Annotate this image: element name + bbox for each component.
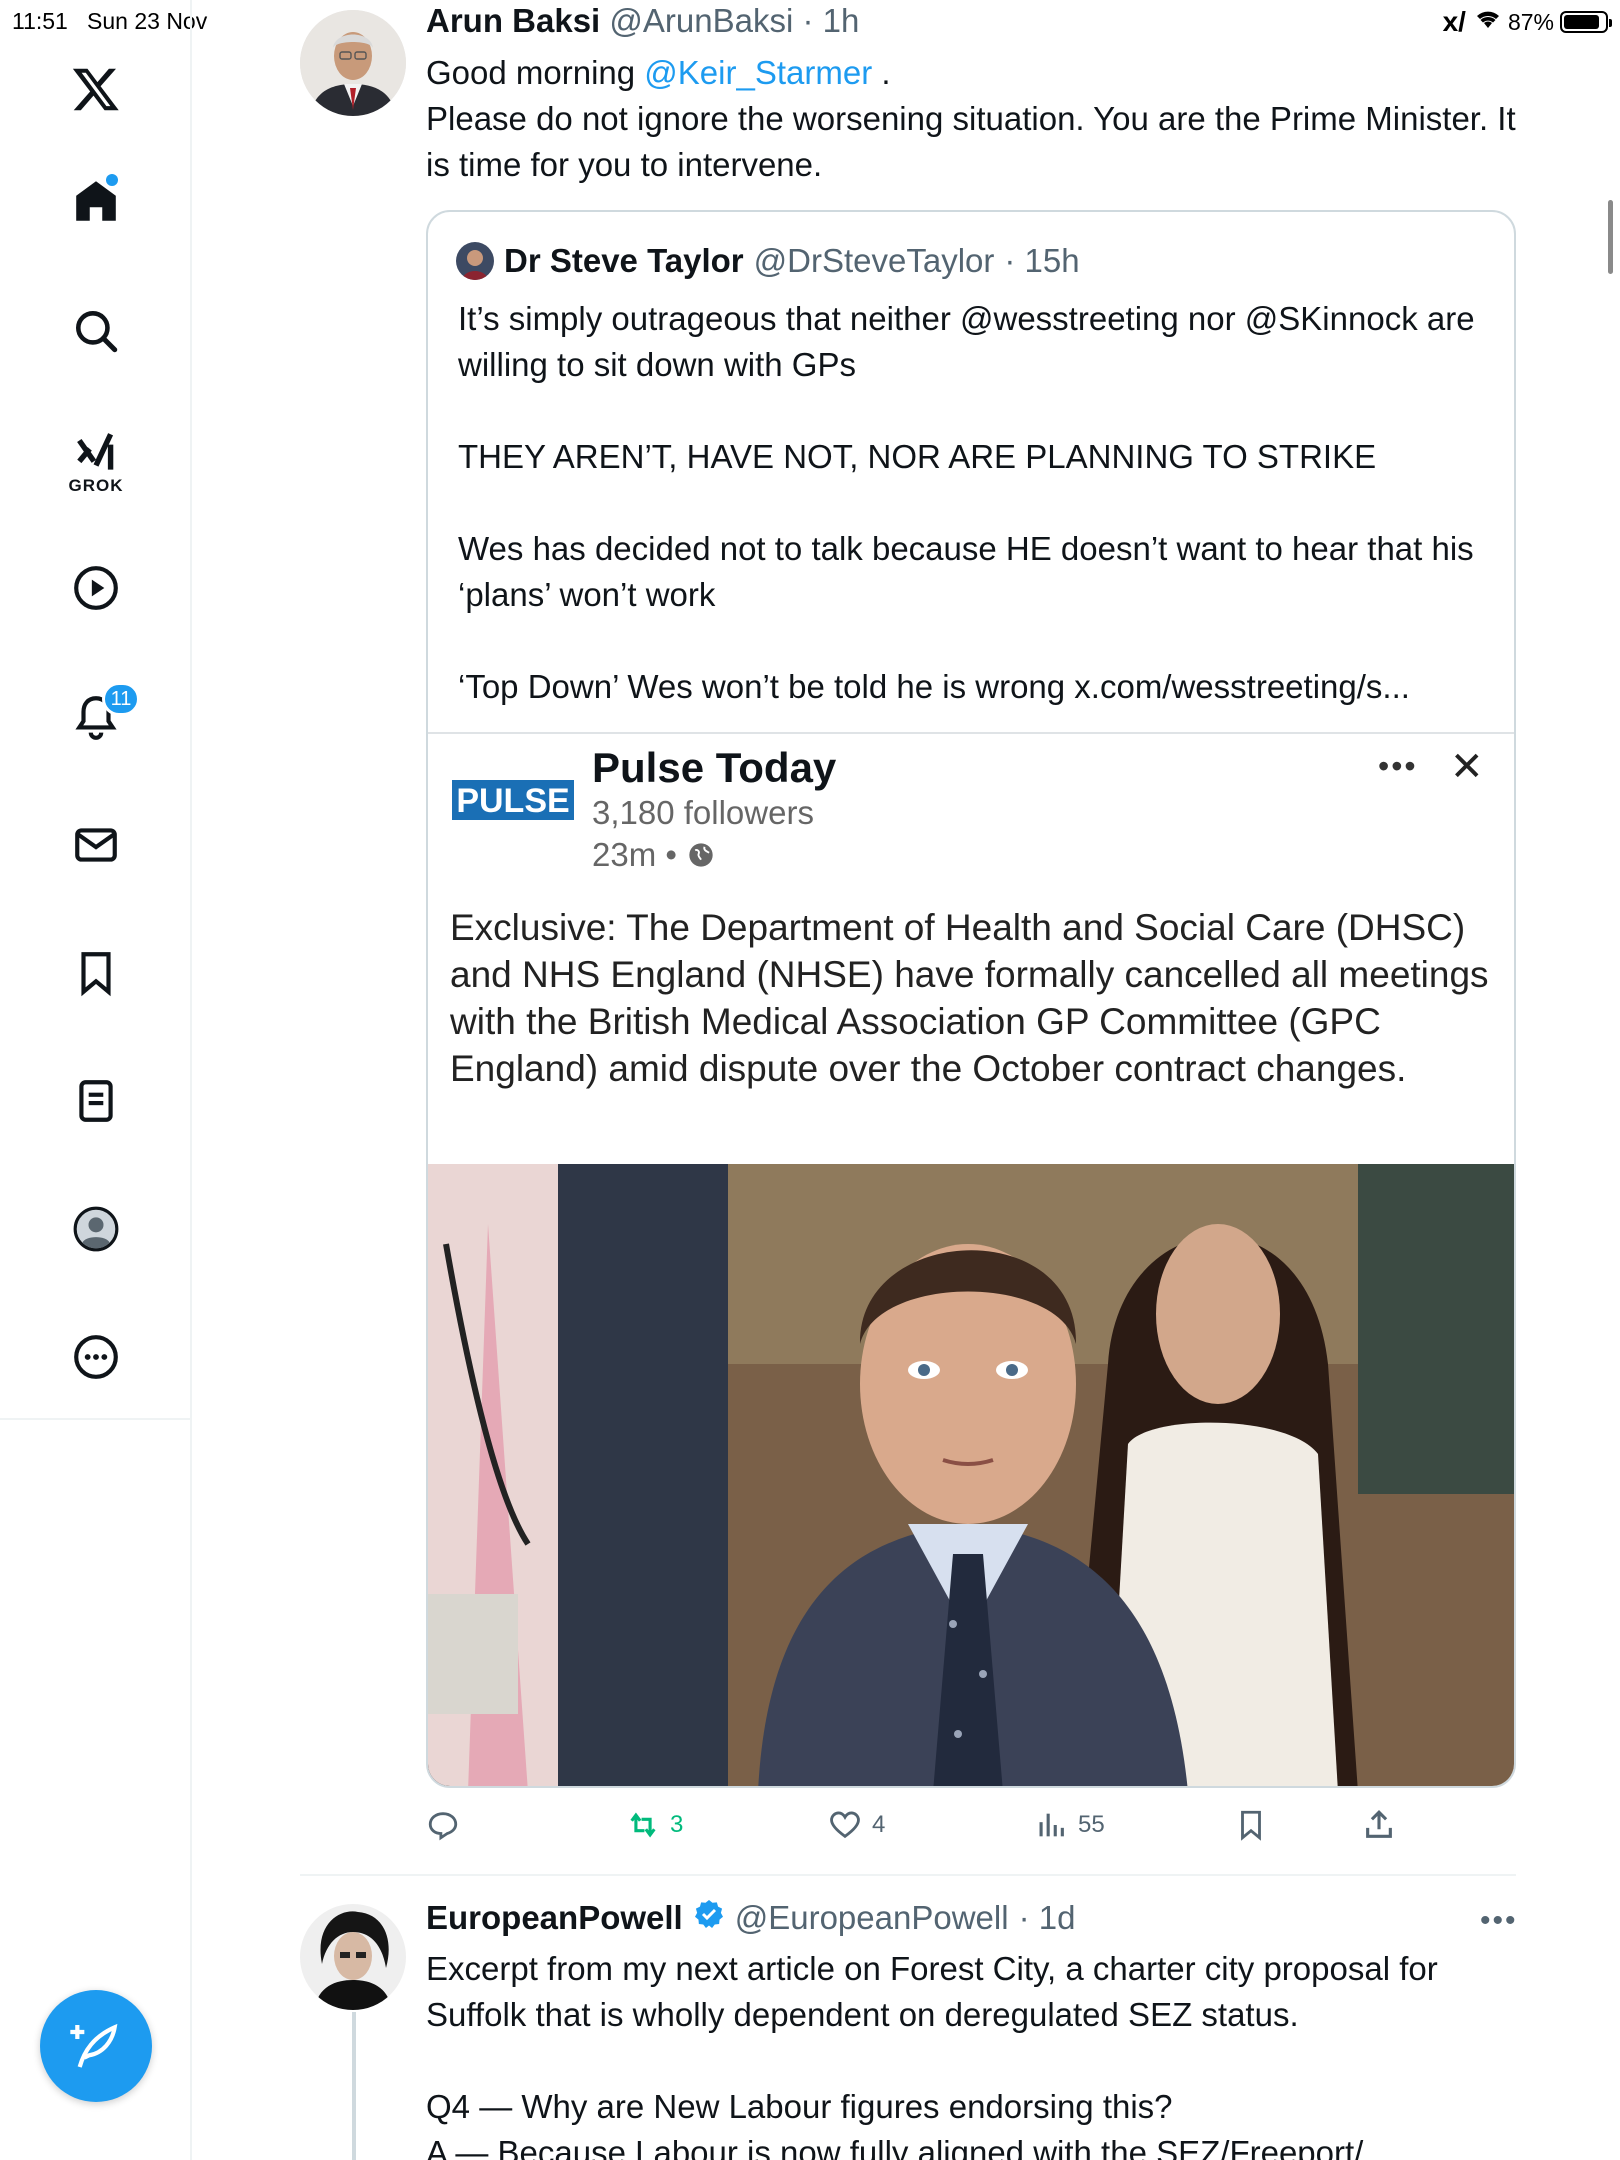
tweet2-more-icon[interactable]: ••• [1480,1904,1518,1938]
tweet2-paragraph: Q4 — Why are New Labour figures endorsin… [426,2088,1364,2160]
thread-line [352,2012,356,2160]
profile-icon[interactable] [63,1196,129,1262]
quoted-tweet[interactable]: Dr Steve Taylor @DrSteveTaylor · 15h It’… [426,210,1516,1788]
repost-count: 3 [670,1811,684,1838]
notification-badge: 11 [102,682,140,716]
tweet2-paragraph: Excerpt from my next article on Forest C… [426,1950,1438,2033]
quote-text: It’s simply outrageous that neither @wes… [458,296,1488,710]
tweet2-text: Excerpt from my next article on Forest C… [426,1946,1526,2160]
share-button[interactable] [1362,1808,1396,1842]
quote-author-handle[interactable]: @DrSteveTaylor [754,242,995,280]
tweet-divider [300,1874,1516,1876]
compose-feather-icon [70,2023,118,2068]
quote-paragraph-link[interactable]: ‘Top Down’ Wes won’t be told he is wrong… [458,664,1488,710]
battery-percent: 87% [1507,8,1554,35]
xai-icon: x/ [1442,6,1466,37]
quote-author-name[interactable]: Dr Steve Taylor [504,242,744,280]
quote-paragraph: Wes has decided not to talk because HE d… [458,530,1474,613]
messages-icon[interactable] [63,812,129,878]
home-notification-dot [106,174,118,186]
like-count: 4 [872,1811,886,1838]
wifi-icon [1474,8,1502,36]
video-icon[interactable] [63,555,129,621]
like-button[interactable]: 4 [828,1808,885,1842]
tweet1-author-name[interactable]: Arun Baksi [426,2,600,39]
tweet1-body-rest: Please do not ignore the worsening situa… [426,100,1516,183]
quote-timestamp[interactable]: · 15h [1004,242,1079,280]
svg-text:PULSE: PULSE [456,782,569,820]
tweet1-mention-suffix: . [872,54,891,91]
avatar-arun-baksi[interactable] [300,10,406,116]
home-icon[interactable] [63,168,129,234]
reply-icon [428,1812,458,1841]
quote-paragraph: It’s simply outrageous that neither @wes… [458,300,1475,383]
views-count: 55 [1078,1811,1105,1838]
embed-time-text: 23m • [592,836,677,873]
embed-close-icon: ✕ [1450,745,1484,789]
globe-icon [689,843,713,867]
tweet2-author-handle[interactable]: @EuropeanPowell [735,1899,1009,1937]
compose-button[interactable] [40,1990,152,2102]
lists-icon[interactable] [63,1068,129,1134]
verified-badge-icon [693,1898,725,1938]
repost-icon [630,1812,656,1838]
mention-link[interactable]: @Keir_Starmer [644,54,872,91]
grok-label: GROK [68,476,124,495]
embedded-post-screenshot[interactable]: PULSE Pulse Today 3,180 followers 23m • … [428,732,1514,1786]
repost-button[interactable]: 3 [626,1808,683,1842]
quote-header: Dr Steve Taylor @DrSteveTaylor · 15h [456,242,1080,280]
tweet1-actions: 3 4 55 [426,1808,1516,1848]
sidebar: GROK 11 [0,0,192,2160]
search-icon[interactable] [63,298,129,364]
bookmarks-icon[interactable] [63,940,129,1006]
battery-icon [1560,11,1612,33]
share-icon [1366,1810,1392,1838]
tweet1-timestamp[interactable]: · 1h [802,2,859,39]
heart-icon [830,1811,860,1839]
status-bar-right: x/ 87% [1442,6,1612,38]
pulse-logo: PULSE [452,774,574,826]
bookmark-icon [1241,1810,1261,1841]
x-logo-icon[interactable] [63,56,129,122]
quote-paragraph: THEY AREN’T, HAVE NOT, NOR ARE PLANNING … [458,438,1377,475]
tweet1-greeting: Good morning [426,54,645,91]
views-icon [1039,1813,1064,1837]
scrollbar[interactable] [1608,200,1613,274]
tweet1-header: Arun Baksi @ArunBaksi · 1h [426,2,859,40]
news-photo[interactable] [428,1164,1514,1786]
tweet1-author-handle[interactable]: @ArunBaksi [609,2,793,39]
avatar-europeanpowell[interactable] [300,1904,406,2010]
tweet2-author-name[interactable]: EuropeanPowell [426,1899,683,1937]
embed-author-name: Pulse Today [592,744,837,791]
reply-button[interactable] [426,1808,470,1842]
views-button[interactable]: 55 [1034,1808,1105,1842]
tweet1-text: Good morning @Keir_Starmer . Please do n… [426,50,1526,188]
embed-followers: 3,180 followers [592,794,814,831]
embed-post-text: Exclusive: The Department of Health and … [450,907,1489,1089]
embed-time: 23m • [592,836,715,874]
quote-avatar[interactable] [456,242,494,280]
more-icon[interactable] [63,1324,129,1390]
embed-more-icon: ••• [1378,748,1418,784]
tweet2-timestamp[interactable]: · 1d [1019,1899,1076,1937]
tweet2-header: EuropeanPowell @EuropeanPowell · 1d [426,1898,1075,1938]
bookmark-button[interactable] [1234,1808,1268,1842]
sidebar-divider [0,1418,192,1420]
